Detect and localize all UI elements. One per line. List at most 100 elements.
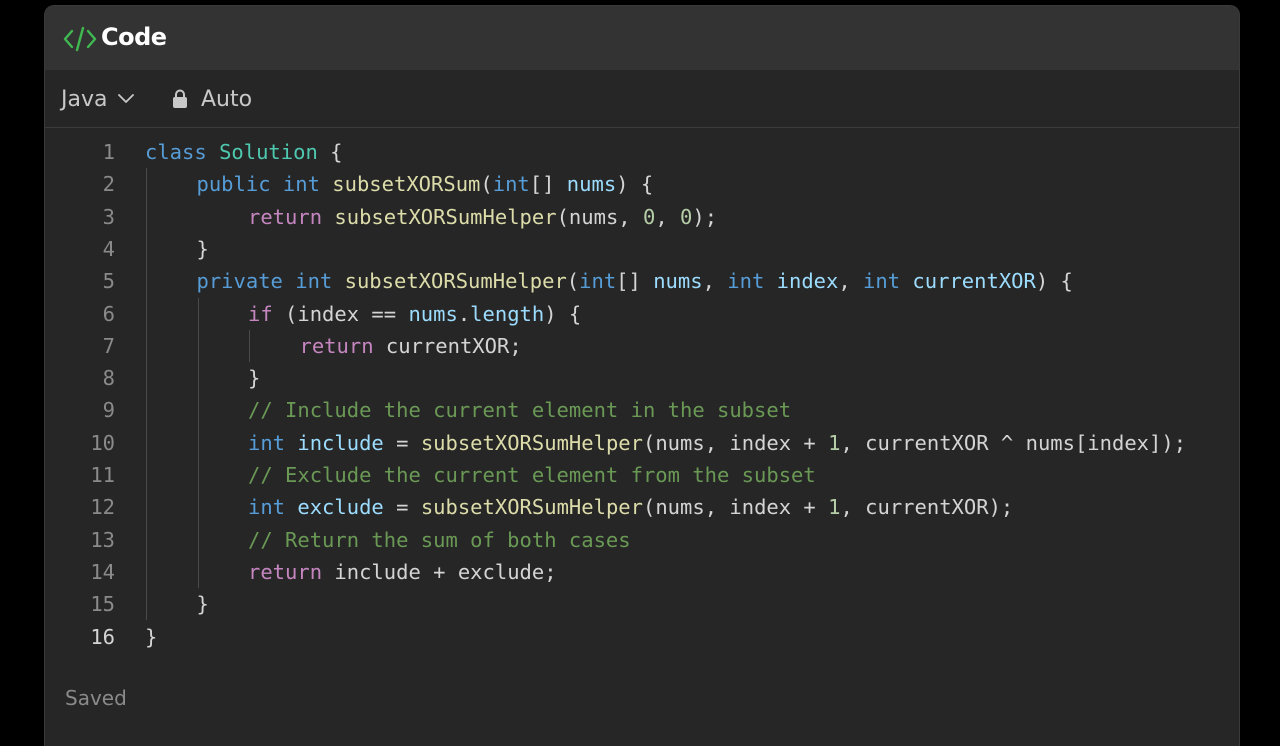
code-line: 15} xyxy=(45,588,1239,620)
code-token: int xyxy=(248,495,286,520)
code-token: [] xyxy=(616,269,654,294)
code-token: index xyxy=(776,269,839,294)
chevron-down-icon xyxy=(118,94,135,103)
code-token: int xyxy=(282,172,320,197)
line-number: 2 xyxy=(102,172,115,197)
code-line: 10 int include = subsetXORSumHelper(nums,… xyxy=(45,427,1239,459)
line-number: 13 xyxy=(90,527,115,552)
line-number: 8 xyxy=(102,366,115,391)
code-text: private int subsetXORSumHelper(int[] num… xyxy=(197,265,1073,297)
panel-header: Code xyxy=(45,6,1239,70)
code-text: return subsetXORSumHelper(nums, 0, 0); xyxy=(248,201,717,233)
code-token: { xyxy=(317,140,343,164)
code-token: ) { xyxy=(544,301,582,326)
code-token: = xyxy=(383,430,421,455)
code-token: , currentXOR ^ nums[index]); xyxy=(840,430,1187,455)
line-number: 7 xyxy=(102,333,115,358)
code-token: } xyxy=(196,236,209,261)
code-token: , xyxy=(702,269,728,294)
code-token: } xyxy=(248,366,261,391)
line-number: 10 xyxy=(90,430,115,455)
line-number: 4 xyxy=(102,236,115,261)
code-icon xyxy=(63,26,97,52)
code-token: subsetXORSumHelper xyxy=(344,269,567,294)
code-token: // Exclude the current element from the … xyxy=(248,463,816,487)
code-token: (nums, index + xyxy=(642,430,829,455)
code-line: 4} xyxy=(45,233,1239,265)
line-number: 11 xyxy=(90,463,115,487)
editor-toolbar: Java Auto xyxy=(45,70,1239,128)
indent-guide xyxy=(249,329,250,363)
code-token: return xyxy=(248,204,323,229)
code-token: } xyxy=(196,592,209,617)
code-token: Solution xyxy=(219,140,318,164)
code-text: } xyxy=(248,362,260,394)
code-line: 9 // Include the current element in the s… xyxy=(45,394,1239,426)
code-token: // Include the current element in the su… xyxy=(248,398,792,423)
line-number: 1 xyxy=(102,140,115,164)
code-token: nums xyxy=(566,172,617,197)
code-text: class Solution { xyxy=(145,136,343,168)
code-token: subsetXORSum xyxy=(332,172,481,197)
code-token: ( xyxy=(566,269,580,294)
line-number: 15 xyxy=(90,592,115,617)
code-token: include + exclude; xyxy=(322,559,557,584)
code-token: ( xyxy=(480,172,493,197)
auto-mode-label: Auto xyxy=(201,86,253,112)
code-token: include xyxy=(297,430,384,455)
code-token: ) { xyxy=(616,172,654,197)
line-number: 9 xyxy=(102,398,115,423)
code-line: 8} xyxy=(45,362,1239,394)
code-text: public int subsetXORSum(int[] nums) { xyxy=(197,168,654,200)
code-token: currentXOR; xyxy=(373,333,522,358)
code-token: subsetXORSumHelper xyxy=(420,430,643,455)
code-token: 0 xyxy=(642,204,656,229)
code-token: . xyxy=(457,301,471,326)
code-line: 7 return currentXOR; xyxy=(45,330,1239,362)
code-token: } xyxy=(145,624,158,649)
code-line: 13 // Return the sum of both cases xyxy=(45,524,1239,556)
code-token: exclude xyxy=(297,495,384,520)
code-token: // Return the sum of both cases xyxy=(248,527,631,552)
code-token: length xyxy=(470,301,545,326)
code-token: int xyxy=(492,172,530,197)
code-text: return currentXOR; xyxy=(300,330,522,362)
save-status: Saved xyxy=(65,686,127,710)
line-number: 6 xyxy=(102,301,115,326)
code-token: int xyxy=(295,269,333,294)
code-token: public xyxy=(196,172,271,197)
language-select[interactable]: Java xyxy=(61,84,135,114)
code-text: if (index == nums.length) { xyxy=(248,298,581,330)
code-editor[interactable]: 1 class Solution {2 public int subsetXORSu… xyxy=(45,136,1239,666)
code-token: 1 xyxy=(828,430,841,455)
code-text: int exclude = subsetXORSumHelper(nums, i… xyxy=(248,491,1013,523)
code-line: 12 int exclude = subsetXORSumHelper(nums,… xyxy=(45,491,1239,523)
code-token: return xyxy=(248,559,323,584)
code-text: // Return the sum of both cases xyxy=(248,524,631,556)
code-token: 1 xyxy=(828,495,841,520)
code-token: class xyxy=(145,140,207,164)
code-line: 6 if (index == nums.length) { xyxy=(45,298,1239,330)
code-token: subsetXORSumHelper xyxy=(420,495,643,520)
code-token: [] xyxy=(529,172,567,197)
code-line: 5 private int subsetXORSumHelper(int[] nu… xyxy=(45,265,1239,297)
line-number: 14 xyxy=(90,559,115,584)
line-number: 3 xyxy=(102,204,115,229)
auto-mode-toggle[interactable]: Auto xyxy=(171,84,252,114)
line-number: 5 xyxy=(102,269,115,294)
code-line: 14 return include + exclude; xyxy=(45,556,1239,588)
code-token: , xyxy=(838,269,864,294)
code-token: (nums, xyxy=(556,204,643,229)
code-line: 11 // Exclude the current element from th… xyxy=(45,459,1239,491)
code-text: } xyxy=(197,588,209,620)
code-line: 2 public int subsetXORSum(int[] nums) { xyxy=(45,168,1239,200)
code-token: if xyxy=(248,301,273,326)
code-token: = xyxy=(383,495,421,520)
